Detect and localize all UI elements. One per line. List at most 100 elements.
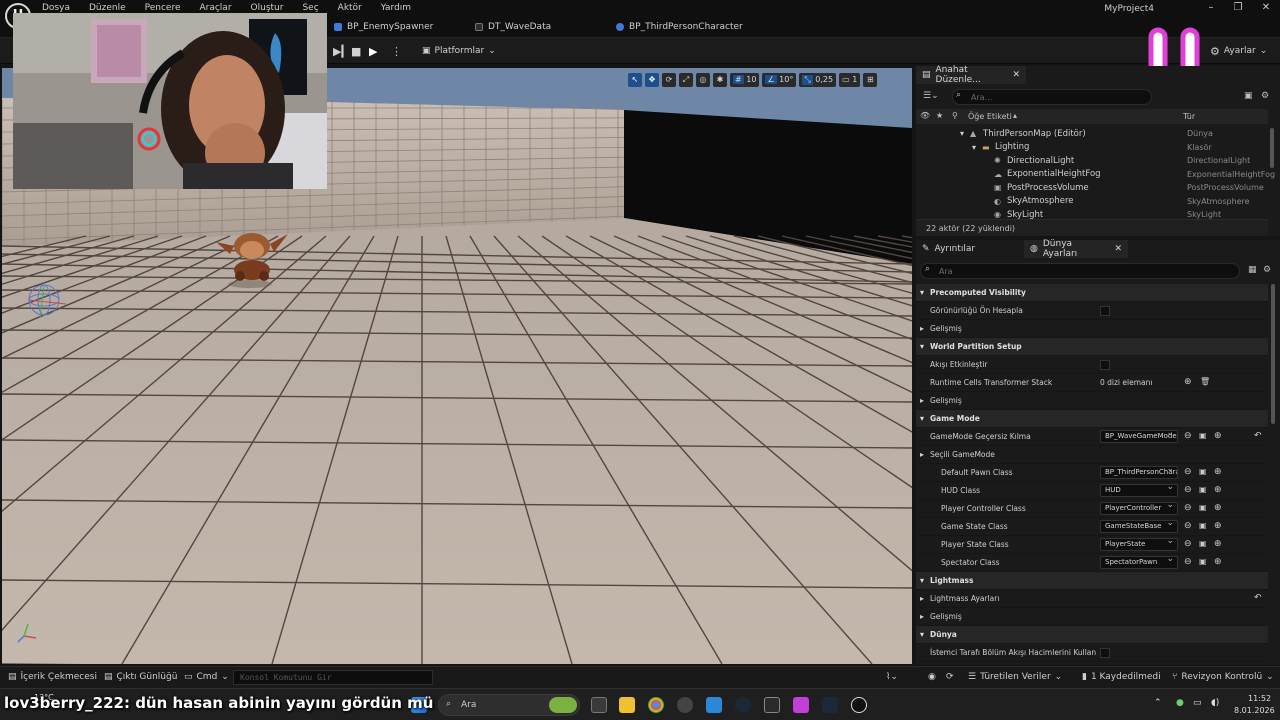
volume-icon[interactable]: ◖) xyxy=(1211,698,1219,708)
maximize-icon[interactable]: ❐ xyxy=(1230,2,1246,13)
cmd-dropdown[interactable]: ▭ Cmd ⌄ xyxy=(184,672,229,682)
chevron-down-icon[interactable]: ▾ xyxy=(920,630,924,639)
browse-folder-icon[interactable]: ▣ xyxy=(1199,521,1207,530)
derived-data-button[interactable]: ☰ Türetilen Veriler ⌄ xyxy=(968,672,1062,682)
class-dropdown[interactable]: HUD xyxy=(1100,484,1178,497)
details-search-input[interactable]: Ara xyxy=(920,263,1240,279)
outliner-row[interactable]: ✺ DirectionalLight DirectionalLight xyxy=(916,154,1266,167)
add-class-icon[interactable]: ⊕ xyxy=(1214,485,1222,495)
browse-folder-icon[interactable]: ▣ xyxy=(1199,539,1207,548)
browse-folder-icon[interactable]: ▣ xyxy=(1199,503,1207,512)
network-icon[interactable]: ▭ xyxy=(1193,698,1202,708)
outliner-search-input[interactable]: Ara... xyxy=(952,89,1152,105)
tray-chevron-up-icon[interactable]: ⌃ xyxy=(1154,698,1162,708)
class-dropdown[interactable]: PlayerController xyxy=(1100,502,1178,515)
details-property-row[interactable]: Spectator Class SpectatorPawn ⊖ ▣ ⊕ xyxy=(916,554,1268,572)
viewport-layout-icon[interactable]: ⊞ xyxy=(863,72,878,87)
class-dropdown[interactable]: PlayerState xyxy=(1100,538,1178,551)
close-icon[interactable]: ✕ xyxy=(1114,244,1122,254)
chevron-right-icon[interactable]: ▸ xyxy=(920,594,924,603)
class-dropdown[interactable]: BP_WaveGameMode xyxy=(1100,430,1178,443)
tab-wave-data[interactable]: DT_WaveData xyxy=(475,19,551,35)
add-class-icon[interactable]: ⊕ xyxy=(1214,431,1222,441)
property-checkbox[interactable] xyxy=(1100,360,1110,370)
menu-build[interactable]: Oluştur xyxy=(251,3,284,13)
details-property-row[interactable]: Görünürlüğü Ön Hesapla xyxy=(916,302,1268,320)
gear-icon[interactable]: ⚙ xyxy=(1263,265,1271,275)
details-scrollbar[interactable] xyxy=(1271,284,1275,424)
steam-icon[interactable] xyxy=(735,697,751,713)
more-options-icon[interactable]: ⋮ xyxy=(391,43,402,59)
browse-back-icon[interactable]: ⊖ xyxy=(1184,539,1192,549)
sync-icon[interactable]: ⟳ xyxy=(946,672,954,682)
chevron-right-icon[interactable]: ▸ xyxy=(920,396,924,405)
trash-icon[interactable]: 🗑 xyxy=(1200,377,1210,386)
browse-back-icon[interactable]: ⊖ xyxy=(1184,431,1192,441)
details-property-row[interactable]: İstemci Tarafı Bölüm Akışı Hacimlerini K… xyxy=(916,644,1268,662)
add-class-icon[interactable]: ⊕ xyxy=(1214,539,1222,549)
close-icon[interactable]: ✕ xyxy=(1258,2,1274,13)
add-class-icon[interactable]: ⊕ xyxy=(1214,557,1222,567)
menu-help[interactable]: Yardım xyxy=(381,3,411,13)
console-command-input[interactable]: Konsol Komutunu Gir xyxy=(233,670,433,685)
outliner-row[interactable]: ◐ SkyAtmosphere SkyAtmosphere xyxy=(916,195,1266,208)
outliner-row[interactable]: ☁ ExponentialHeightFog ExponentialHeightFo… xyxy=(916,168,1275,181)
browse-back-icon[interactable]: ⊖ xyxy=(1184,557,1192,567)
world-space-icon[interactable]: ◎ xyxy=(696,72,710,87)
add-class-icon[interactable]: ⊕ xyxy=(1214,503,1222,513)
add-class-icon[interactable]: ⊕ xyxy=(1214,467,1222,477)
reset-to-default-icon[interactable]: ↶ xyxy=(1254,593,1262,603)
table-view-icon[interactable]: ▦ xyxy=(1248,265,1257,275)
record-icon[interactable]: ◉ xyxy=(928,672,936,682)
browse-folder-icon[interactable]: ▣ xyxy=(1199,485,1207,494)
details-property-row[interactable]: ▸ Gelişmiş xyxy=(916,320,1268,338)
menu-tools[interactable]: Araçlar xyxy=(199,3,231,13)
reset-to-default-icon[interactable]: ↶ xyxy=(1254,431,1262,441)
tab-details[interactable]: ✎ Ayrıntılar xyxy=(916,240,1014,258)
eye-icon[interactable]: 👁 xyxy=(920,111,930,120)
epic-games-icon[interactable] xyxy=(764,697,780,713)
chrome-icon[interactable] xyxy=(648,697,664,713)
add-class-icon[interactable]: ⊕ xyxy=(1214,521,1222,531)
details-category[interactable]: ▾ Precomputed Visibility xyxy=(916,284,1268,302)
browse-folder-icon[interactable]: ▣ xyxy=(1199,557,1207,566)
translate-icon[interactable]: ✥ xyxy=(645,72,659,87)
menu-select[interactable]: Seç xyxy=(302,3,318,13)
column-label[interactable]: Öğe Etiketi xyxy=(968,112,1012,121)
file-explorer-icon[interactable] xyxy=(619,697,635,713)
taskbar-search-input[interactable]: ⌕ Ara xyxy=(438,694,580,716)
chevron-down-icon[interactable]: ▾ xyxy=(920,288,924,297)
camera-speed-button[interactable]: ▭ 1 xyxy=(839,72,861,87)
tab-world-settings[interactable]: ◍ Dünya Ayarları ✕ xyxy=(1024,239,1128,259)
play-icon[interactable]: ▶ xyxy=(369,43,377,59)
browse-folder-icon[interactable]: ▣ xyxy=(1199,431,1207,440)
outliner-row[interactable]: ▾ ▲ ThirdPersonMap (Editör) Dünya xyxy=(916,127,1266,140)
revision-control-button[interactable]: ⑂ Revizyon Kontrolü ⌄ xyxy=(1172,672,1274,682)
steam-vr-icon[interactable] xyxy=(822,697,838,713)
details-property-row[interactable]: Akışı Etkinleştir xyxy=(916,356,1268,374)
task-view-icon[interactable] xyxy=(591,697,607,713)
details-property-row[interactable]: Runtime Cells Transformer Stack 0 dizi el… xyxy=(916,374,1268,392)
streaming-app-icon[interactable] xyxy=(793,697,809,713)
store-icon[interactable] xyxy=(706,697,722,713)
minimize-icon[interactable]: – xyxy=(1203,2,1219,13)
browse-folder-icon[interactable]: ▣ xyxy=(1199,467,1207,476)
outliner-row[interactable]: ▾ ▬ Lighting Klasör xyxy=(916,141,1266,154)
play-from-here-icon[interactable]: ▶▎ xyxy=(333,43,350,59)
browse-back-icon[interactable]: ⊖ xyxy=(1184,521,1192,531)
details-property-row[interactable]: Player State Class PlayerState ⊖ ▣ ⊕ xyxy=(916,536,1268,554)
platforms-button[interactable]: ▣ Platformlar ⌄ xyxy=(422,43,496,59)
chevron-down-icon[interactable]: ▾ xyxy=(920,576,924,585)
details-property-row[interactable]: ▸ Gelişmiş xyxy=(916,608,1268,626)
unreal-engine-icon[interactable] xyxy=(851,697,867,713)
browse-back-icon[interactable]: ⊖ xyxy=(1184,467,1192,477)
output-log-button[interactable]: ▤ Çıktı Günlüğü xyxy=(104,672,177,682)
scale-snap-button[interactable]: ⤡ 0,25 xyxy=(799,72,837,87)
add-folder-icon[interactable]: ▣ xyxy=(1244,91,1253,101)
star-icon[interactable]: ★ xyxy=(936,111,943,120)
menu-file[interactable]: Dosya xyxy=(42,3,70,13)
browse-back-icon[interactable]: ⊖ xyxy=(1184,503,1192,513)
pin-icon[interactable]: ⚲ xyxy=(952,111,958,120)
rotate-icon[interactable]: ⟳ xyxy=(662,72,676,87)
browse-back-icon[interactable]: ⊖ xyxy=(1184,485,1192,495)
